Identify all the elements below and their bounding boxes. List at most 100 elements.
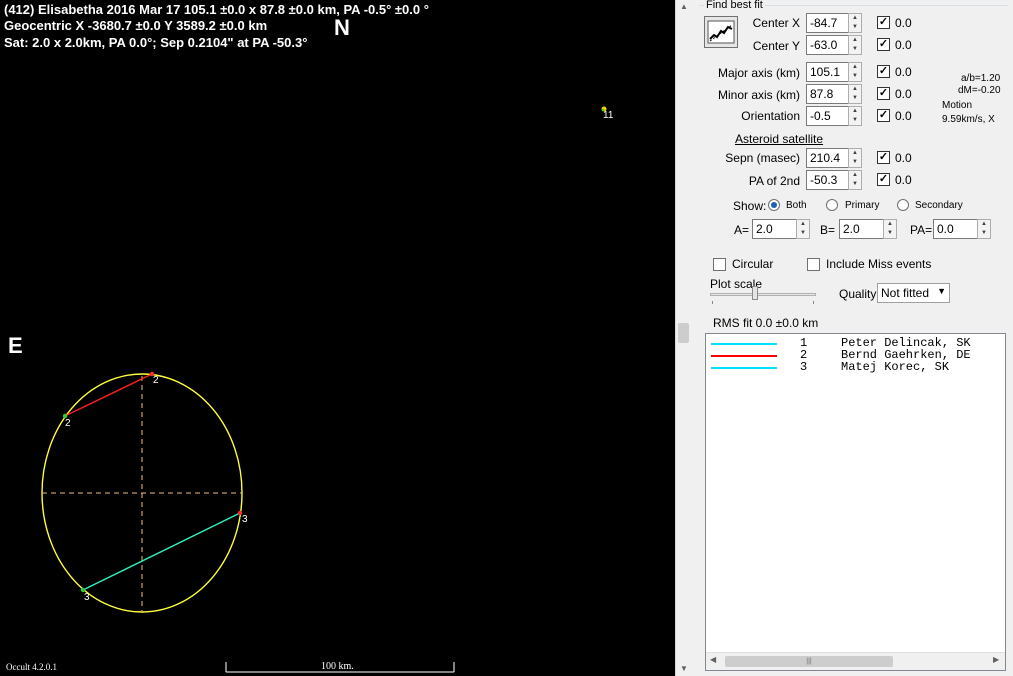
show-both-label[interactable]: Both bbox=[786, 200, 807, 211]
orientation-checkbox[interactable]: ✓ bbox=[877, 109, 890, 122]
observer-name: Matej Korec, SK bbox=[841, 360, 950, 374]
observer-number: 3 bbox=[800, 360, 808, 374]
list-item[interactable]: 3 Matej Korec, SK bbox=[706, 361, 1005, 373]
asteroid-satellite-heading: Asteroid satellite bbox=[735, 132, 824, 146]
horizontal-scroll-thumb[interactable]: ||| bbox=[725, 656, 893, 667]
observer-color-swatch bbox=[711, 355, 777, 357]
circular-label[interactable]: Circular bbox=[732, 257, 773, 271]
north-label: N bbox=[334, 15, 350, 40]
sepn-label: Sepn (masec) bbox=[725, 151, 800, 165]
chord-3 bbox=[82, 512, 241, 591]
observer-color-swatch bbox=[711, 367, 777, 369]
sepn-input[interactable]: 210.4 bbox=[806, 148, 849, 168]
plot-scale-track[interactable] bbox=[710, 293, 816, 296]
a-spinner[interactable]: ▲ ▼ bbox=[796, 219, 810, 239]
fit-graph-icon bbox=[707, 20, 735, 44]
major-axis-label: Major axis (km) bbox=[717, 66, 800, 80]
circular-checkbox[interactable] bbox=[713, 258, 726, 271]
center-y-checkbox[interactable]: ✓ bbox=[877, 38, 890, 51]
major-axis-spinner[interactable]: ▲ ▼ bbox=[848, 62, 862, 82]
sepn-spinner[interactable]: ▲ ▼ bbox=[848, 148, 862, 168]
quality-label: Quality bbox=[839, 287, 877, 301]
occultation-plot[interactable]: (412) Elisabetha 2016 Mar 17 105.1 ±0.0 … bbox=[0, 0, 675, 676]
center-x-checkbox[interactable]: ✓ bbox=[877, 16, 890, 29]
axis-ratio-text: a/b=1.20 bbox=[961, 73, 1001, 84]
orientation-spinner[interactable]: ▲ ▼ bbox=[848, 106, 862, 126]
minor-axis-spinner[interactable]: ▲ ▼ bbox=[848, 84, 862, 104]
quality-selected-value: Not fitted bbox=[881, 286, 930, 300]
horizontal-scrollbar[interactable]: ◀ ||| ▶ bbox=[706, 652, 1005, 670]
b-label: B= bbox=[820, 223, 836, 237]
b-input[interactable]: 2.0 bbox=[839, 219, 884, 239]
minor-axis-input[interactable]: 87.8 bbox=[806, 84, 849, 104]
plot-scale-slider-thumb[interactable] bbox=[752, 286, 758, 300]
plot-header-line2: Geocentric X -3680.7 ±0.0 Y 3589.2 ±0.0 … bbox=[4, 18, 268, 33]
chord-label: 2 bbox=[153, 375, 159, 386]
scroll-left-icon[interactable]: ◀ bbox=[710, 655, 716, 664]
version-label: Occult 4.2.0.1 bbox=[6, 662, 57, 672]
a-input[interactable]: 2.0 bbox=[752, 219, 797, 239]
center-x-input[interactable]: -84.7 bbox=[806, 13, 849, 33]
plot-canvas bbox=[41, 106, 607, 673]
scroll-down-icon[interactable]: ▼ bbox=[676, 664, 692, 673]
major-axis-uncertainty: 0.0 bbox=[895, 65, 912, 79]
include-miss-label[interactable]: Include Miss events bbox=[826, 257, 931, 271]
pa-of-2nd-uncertainty: 0.0 bbox=[895, 173, 912, 187]
pa-spinner[interactable]: ▲ ▼ bbox=[977, 219, 991, 239]
scroll-up-icon[interactable]: ▲ bbox=[676, 2, 692, 11]
orientation-label: Orientation bbox=[741, 109, 800, 123]
show-label: Show: bbox=[733, 199, 767, 213]
minor-axis-uncertainty: 0.0 bbox=[895, 87, 912, 101]
chord-label: 3 bbox=[84, 592, 90, 603]
motion-value: 9.59km/s, X bbox=[942, 114, 995, 125]
delta-magnitude-text: dM=-0.20 bbox=[958, 85, 1001, 96]
pa-of-2nd-checkbox[interactable]: ✓ bbox=[877, 173, 890, 186]
minor-axis-label: Minor axis (km) bbox=[717, 88, 800, 102]
include-miss-checkbox[interactable] bbox=[807, 258, 820, 271]
show-primary-radio[interactable] bbox=[826, 199, 838, 211]
center-y-label: Center Y bbox=[752, 39, 800, 53]
a-label: A= bbox=[734, 223, 750, 237]
center-x-spinner[interactable]: ▲ ▼ bbox=[848, 13, 862, 33]
show-secondary-radio[interactable] bbox=[897, 199, 909, 211]
pa-input[interactable]: 0.0 bbox=[933, 219, 978, 239]
quality-select[interactable]: Not fitted ▼ bbox=[877, 283, 950, 303]
center-y-uncertainty: 0.0 bbox=[895, 38, 912, 52]
scroll-thumb[interactable] bbox=[678, 323, 689, 343]
observer-color-swatch bbox=[711, 343, 777, 345]
major-axis-input[interactable]: 105.1 bbox=[806, 62, 849, 82]
orientation-uncertainty: 0.0 bbox=[895, 109, 912, 123]
motion-label: Motion bbox=[942, 100, 973, 111]
plot-scale-ticks bbox=[712, 301, 814, 304]
east-label: E bbox=[8, 333, 23, 358]
chord-label: 2 bbox=[65, 418, 71, 429]
vertical-scrollbar[interactable]: ▲ ▼ bbox=[675, 0, 692, 676]
center-y-spinner[interactable]: ▲ ▼ bbox=[848, 35, 862, 55]
major-axis-checkbox[interactable]: ✓ bbox=[877, 65, 890, 78]
b-spinner[interactable]: ▲ ▼ bbox=[883, 219, 897, 239]
minor-axis-checkbox[interactable]: ✓ bbox=[877, 87, 890, 100]
show-secondary-label[interactable]: Secondary bbox=[915, 200, 963, 211]
fit-panel: Find best fit Center X -84.7 ▲ ▼ ✓ 0.0 Ce… bbox=[692, 0, 1013, 676]
rms-fit-text: RMS fit 0.0 ±0.0 km bbox=[713, 316, 819, 330]
show-both-radio[interactable] bbox=[768, 199, 780, 211]
pa-of-2nd-input[interactable]: -50.3 bbox=[806, 170, 849, 190]
scroll-right-icon[interactable]: ▶ bbox=[993, 655, 999, 664]
plot-header-line1: (412) Elisabetha 2016 Mar 17 105.1 ±0.0 … bbox=[4, 2, 429, 17]
show-primary-label[interactable]: Primary bbox=[845, 200, 879, 211]
find-best-fit-title: Find best fit bbox=[704, 0, 765, 11]
pa-label: PA= bbox=[910, 223, 933, 237]
center-y-input[interactable]: -63.0 bbox=[806, 35, 849, 55]
pa-of-2nd-spinner[interactable]: ▲ ▼ bbox=[848, 170, 862, 190]
plot-header-line3: Sat: 2.0 x 2.0km, PA 0.0°; Sep 0.2104" a… bbox=[4, 35, 308, 50]
center-x-uncertainty: 0.0 bbox=[895, 16, 912, 30]
orientation-input[interactable]: -0.5 bbox=[806, 106, 849, 126]
chevron-down-icon: ▼ bbox=[937, 286, 946, 296]
pa-of-2nd-label: PA of 2nd bbox=[748, 174, 800, 188]
scale-label: 100 km. bbox=[321, 661, 354, 672]
sepn-checkbox[interactable]: ✓ bbox=[877, 151, 890, 164]
observer-list[interactable]: 1 Peter Delincak, SK 2 Bernd Gaehrken, D… bbox=[705, 333, 1006, 671]
chord-label: 3 bbox=[242, 514, 248, 525]
find-best-fit-button[interactable] bbox=[704, 16, 738, 48]
sepn-uncertainty: 0.0 bbox=[895, 151, 912, 165]
